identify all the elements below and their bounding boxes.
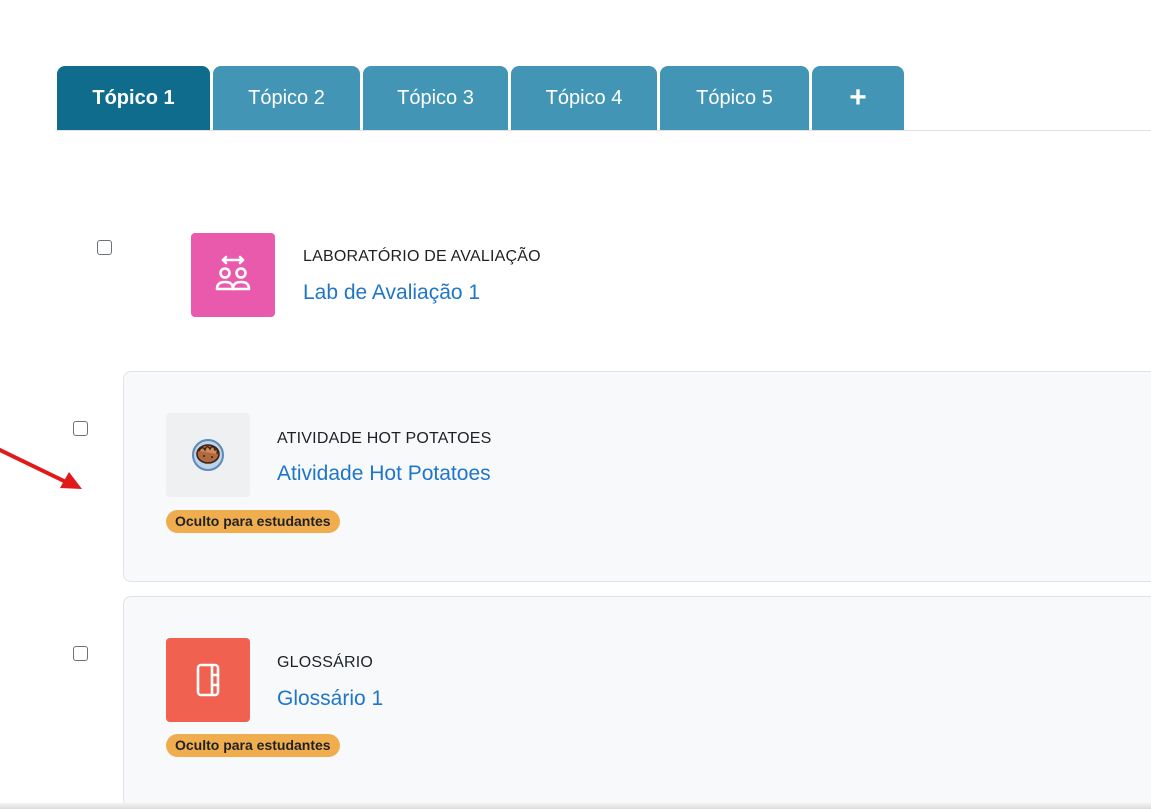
annotation-arrow-icon bbox=[0, 448, 82, 489]
hidden-status-badge: Oculto para estudantes bbox=[166, 734, 340, 757]
activity-name-link[interactable]: Lab de Avaliação 1 bbox=[303, 281, 480, 305]
tab-label: Tópico 3 bbox=[397, 86, 474, 109]
activity-card-hot-potatoes: ATIVIDADE HOT POTATOES Atividade Hot Pot… bbox=[123, 371, 1151, 582]
activity-name-link[interactable]: Glossário 1 bbox=[277, 687, 383, 711]
tab-topico-2[interactable]: Tópico 2 bbox=[213, 66, 360, 130]
course-page: Tópico 1 Tópico 2 Tópico 3 Tópico 4 Tópi… bbox=[0, 0, 1151, 809]
plus-icon: + bbox=[849, 81, 867, 114]
tab-topico-5[interactable]: Tópico 5 bbox=[660, 66, 809, 130]
activity-type-label: ATIVIDADE HOT POTATOES bbox=[277, 430, 492, 447]
page-bottom-edge bbox=[0, 803, 1151, 809]
section-tabs: Tópico 1 Tópico 2 Tópico 3 Tópico 4 Tópi… bbox=[57, 65, 1151, 131]
tab-label: Tópico 4 bbox=[545, 86, 623, 109]
activity-name-link[interactable]: Atividade Hot Potatoes bbox=[277, 462, 491, 486]
tab-label: Tópico 5 bbox=[696, 86, 773, 109]
activity-type-label: LABORATÓRIO DE AVALIAÇÃO bbox=[303, 248, 541, 265]
book-icon bbox=[166, 638, 250, 722]
activity-type-label: GLOSSÁRIO bbox=[277, 654, 374, 671]
hand-holding-potato-icon bbox=[166, 413, 250, 497]
tab-topico-1[interactable]: Tópico 1 bbox=[57, 66, 210, 130]
tab-topico-4[interactable]: Tópico 4 bbox=[511, 66, 657, 130]
hidden-status-badge: Oculto para estudantes bbox=[166, 510, 340, 533]
workshop-people-icon bbox=[191, 233, 275, 317]
add-tab-button[interactable]: + bbox=[812, 66, 904, 130]
select-checkbox[interactable] bbox=[73, 421, 88, 436]
select-checkbox[interactable] bbox=[97, 240, 112, 255]
tab-label: Tópico 2 bbox=[248, 86, 325, 109]
select-checkbox[interactable] bbox=[73, 646, 88, 661]
tab-label: Tópico 1 bbox=[92, 86, 175, 109]
tab-topico-3[interactable]: Tópico 3 bbox=[363, 66, 508, 130]
activity-card-glossary: GLOSSÁRIO Glossário 1 Oculto para estuda… bbox=[123, 596, 1151, 807]
